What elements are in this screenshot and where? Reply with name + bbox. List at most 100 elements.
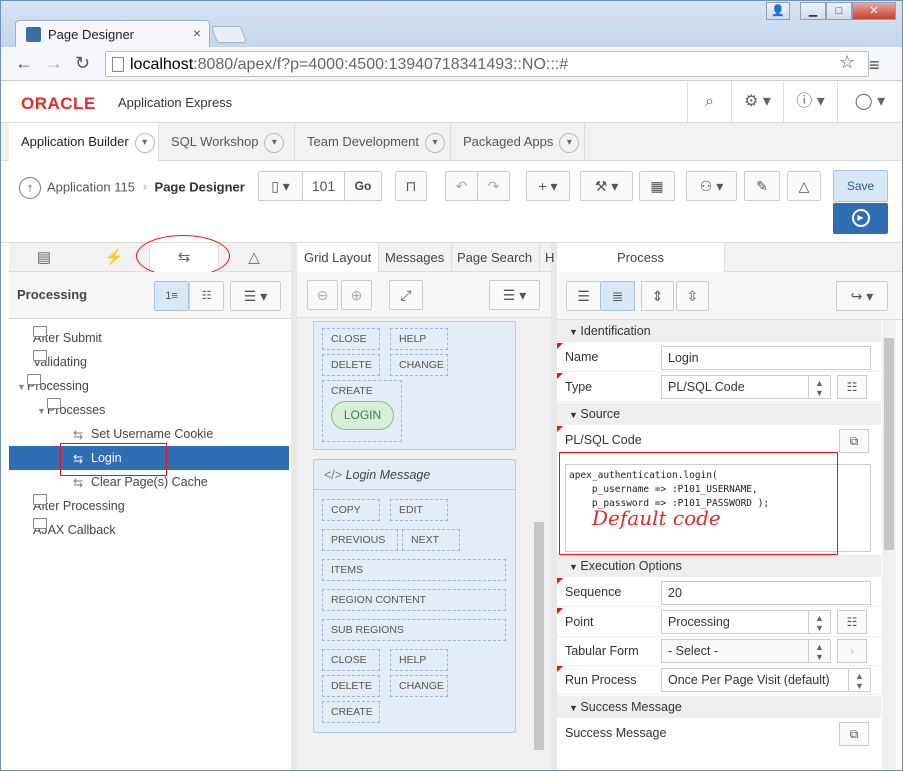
close-tab-icon[interactable]: × <box>193 25 201 41</box>
run-button[interactable]: ▶ <box>833 203 888 234</box>
slot-sub-regions[interactable]: SUB REGIONS <box>322 619 506 641</box>
slot-region-content[interactable]: REGION CONTENT <box>322 589 506 611</box>
user-profile-icon[interactable]: 👤 <box>766 2 790 20</box>
close-window-icon[interactable]: ✕ <box>852 2 896 20</box>
run-process-select[interactable]: Once Per Page Visit (default) ▲ ▼ <box>661 668 871 692</box>
tree-item-processing[interactable]: ▼ Processing <box>9 374 289 398</box>
slot-close[interactable]: CLOSE <box>322 649 380 671</box>
code-editor-icon[interactable]: ⧉ <box>839 429 869 453</box>
create-menu-icon[interactable]: + ▾ <box>526 171 570 201</box>
minimize-icon[interactable]: ▁ <box>800 2 826 20</box>
chevron-down-icon[interactable]: ▾ <box>264 132 285 153</box>
slot-delete[interactable]: DELETE <box>322 675 380 697</box>
show-common-icon[interactable]: ☰ <box>566 281 601 311</box>
name-input[interactable]: Login <box>661 346 871 370</box>
chevron-down-icon[interactable]: ▾ <box>559 132 580 153</box>
list-icon[interactable]: ☷ <box>837 375 867 399</box>
page-selector-icon[interactable]: ▯ ▾ <box>258 171 303 201</box>
scrollbar-thumb[interactable] <box>534 522 544 750</box>
expand-caret-icon[interactable]: ▼ <box>37 399 47 423</box>
slot-delete[interactable]: DELETE <box>322 354 380 376</box>
list-icon[interactable]: ☷ <box>837 610 867 634</box>
chevron-right-icon[interactable]: › <box>837 639 867 663</box>
save-button[interactable]: Save <box>833 170 888 202</box>
url-field[interactable]: localhost:8080/apex/f?p=4000:4500:139407… <box>105 51 869 77</box>
slot-change[interactable]: CHANGE <box>390 354 448 376</box>
slot-close[interactable]: CLOSE <box>322 328 380 350</box>
tabular-form-select[interactable]: - Select - ▲ ▼ <box>661 639 831 663</box>
user-menu-icon[interactable]: ◯ ▾ <box>837 81 902 123</box>
go-to-group-icon[interactable]: ↪ ▾ <box>836 281 888 311</box>
slot-edit[interactable]: EDIT <box>390 499 448 521</box>
oracle-logo[interactable]: ORACLE <box>21 94 96 114</box>
maximize-icon[interactable]: □ <box>826 2 852 20</box>
expand-all-icon[interactable]: ⇳ <box>676 281 709 311</box>
section-source[interactable]: ▼ Source <box>557 403 881 425</box>
point-select[interactable]: Processing ▲ ▼ <box>661 610 831 634</box>
forward-icon[interactable]: → <box>45 53 63 74</box>
tab-application-builder[interactable]: Application Builder ▾ <box>9 123 159 161</box>
lock-icon[interactable]: ⊓ <box>395 171 427 201</box>
team-dev-icon[interactable]: ⚇ ▾ <box>686 171 737 201</box>
browser-tab[interactable]: Page Designer × <box>15 20 210 47</box>
grid-menu-icon[interactable]: ☰ ▾ <box>489 280 540 310</box>
tree-item-after-processing[interactable]: After Processing <box>9 494 289 518</box>
tab-packaged-apps[interactable]: Packaged Apps ▾ <box>451 123 585 161</box>
breadcrumb-app[interactable]: Application 115 <box>47 179 135 194</box>
tree-item-after-submit[interactable]: After Submit <box>9 326 289 350</box>
type-select[interactable]: PL/SQL Code ▲ ▼ <box>661 375 831 399</box>
show-all-icon[interactable]: ≣ <box>600 281 635 311</box>
back-icon[interactable]: ← <box>15 53 33 74</box>
sequence-input[interactable]: 20 <box>661 581 871 605</box>
search-icon[interactable]: ⌕ <box>687 81 731 123</box>
shapes-icon[interactable]: △ <box>787 171 821 201</box>
slot-change[interactable]: CHANGE <box>390 675 448 697</box>
zoom-out-icon[interactable]: ⊖ <box>307 280 338 310</box>
tab-team-development[interactable]: Team Development ▾ <box>295 123 451 161</box>
tree-item-processes[interactable]: ▼ Processes <box>9 398 289 422</box>
utilities-wrench-icon[interactable]: ⚒ ▾ <box>580 171 633 201</box>
help-icon[interactable]: ⓘ ▾ <box>783 81 837 123</box>
slot-copy[interactable]: COPY <box>322 499 380 521</box>
tab-page-search[interactable]: Page Search <box>450 243 541 272</box>
bookmark-star-icon[interactable]: ☆ <box>839 52 855 73</box>
browser-menu-icon[interactable]: ≡ <box>869 55 880 76</box>
tab-messages[interactable]: Messages <box>378 243 453 272</box>
new-tab-button[interactable] <box>210 26 248 43</box>
expand-icon[interactable]: ⤢ <box>389 280 423 310</box>
ordered-view-icon[interactable]: 1≡ <box>154 281 189 311</box>
view-menu-icon[interactable]: ☰ ▾ <box>230 281 281 311</box>
list-view-icon[interactable]: ☷ <box>189 281 224 311</box>
undo-icon[interactable]: ↶ <box>445 171 478 201</box>
expand-caret-icon[interactable]: ▼ <box>17 375 27 399</box>
slot-items[interactable]: ITEMS <box>322 559 506 581</box>
chevron-down-icon[interactable]: ▾ <box>425 132 445 153</box>
redo-icon[interactable]: ↷ <box>477 171 510 201</box>
admin-icon[interactable]: ⚙ ▾ <box>731 81 783 123</box>
reload-icon[interactable]: ↻ <box>75 53 90 74</box>
go-button[interactable]: Go <box>344 171 382 201</box>
collapse-all-icon[interactable]: ⇕ <box>641 281 674 311</box>
slot-create[interactable]: CREATE <box>322 701 380 723</box>
chevron-down-icon[interactable]: ▾ <box>134 132 155 153</box>
grid-scrollbar[interactable] <box>532 325 546 770</box>
tab-sql-workshop[interactable]: SQL Workshop ▾ <box>159 123 295 161</box>
rendering-tab-icon[interactable]: ▤ <box>9 243 79 272</box>
login-region-card[interactable]: CLOSE HELP DELETE CHANGE CREATE <box>313 321 516 450</box>
login-button-component[interactable]: LOGIN <box>331 401 394 430</box>
section-success-message[interactable]: ▼ Success Message <box>557 696 881 718</box>
code-editor-icon[interactable]: ⧉ <box>839 722 869 746</box>
section-identification[interactable]: ▼ Identification <box>557 320 881 342</box>
slot-help[interactable]: HELP <box>390 328 448 350</box>
tab-process[interactable]: Process <box>557 243 725 272</box>
shared-components-icon[interactable]: ▦ <box>639 171 675 201</box>
slot-help[interactable]: HELP <box>390 649 448 671</box>
section-execution-options[interactable]: ▼ Execution Options <box>557 555 881 577</box>
page-number-input[interactable]: 101 <box>302 171 345 201</box>
property-scrollbar[interactable] <box>882 320 896 770</box>
scrollbar-thumb[interactable] <box>884 338 894 550</box>
comments-icon[interactable]: ✎ <box>744 171 780 201</box>
slot-previous[interactable]: PREVIOUS <box>322 529 398 551</box>
zoom-in-icon[interactable]: ⊕ <box>341 280 372 310</box>
login-message-card[interactable]: </> Login Message COPY EDIT PREVIOUS NEX… <box>313 459 516 733</box>
